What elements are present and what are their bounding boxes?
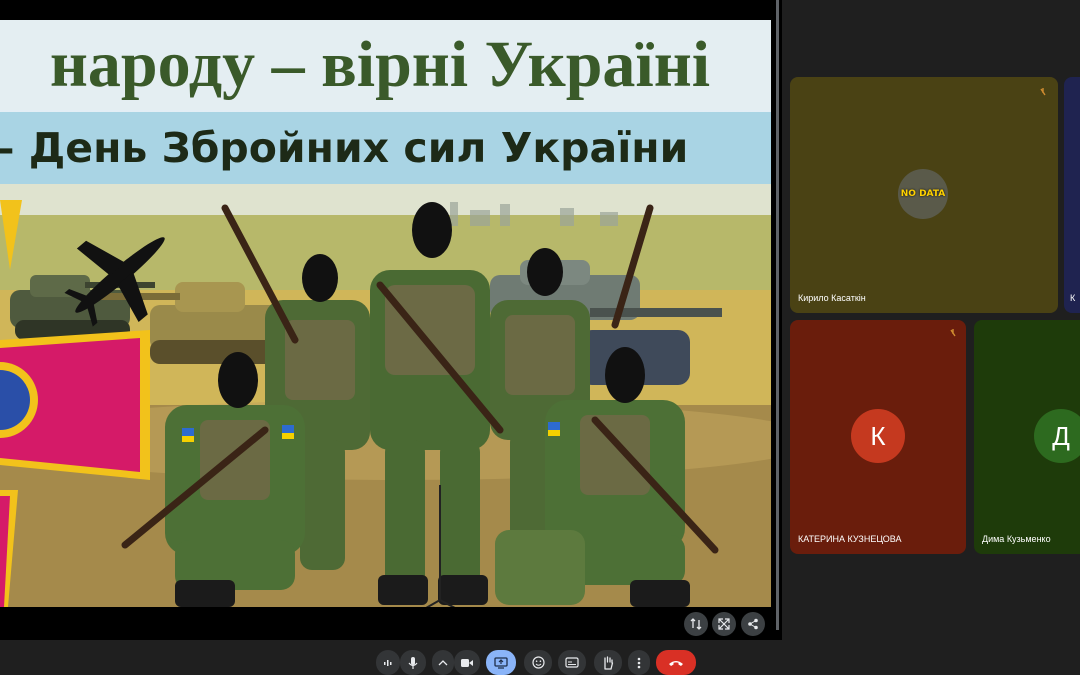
participant-tile[interactable]: Д Дима Кузьменко [974,320,1080,554]
emoji-icon[interactable] [524,650,552,675]
camera-icon[interactable] [454,650,480,675]
participant-name: КАТЕРИНА КУЗНЕЦОВА [798,534,902,544]
more-icon[interactable] [628,650,650,675]
mic-icon[interactable] [400,650,426,675]
captions-icon[interactable] [558,650,586,675]
mic-off-icon [1040,88,1046,96]
participant-name: К [1070,293,1076,303]
presentation-stage: народу – вірні Україні – День Збройних с… [0,0,782,640]
participant-name: Кирило Касаткін [798,293,866,303]
audio-level-icon [376,650,400,675]
swap-icon[interactable] [684,612,708,636]
slide-title-line1: народу – вірні Україні [49,28,711,101]
mic-off-icon [950,329,956,337]
participant-tile[interactable]: К КАТЕРИНА КУЗНЕЦОВА [790,320,966,554]
share-icon[interactable] [741,612,765,636]
end-call-icon[interactable] [656,650,696,675]
present-icon[interactable] [486,650,516,675]
participant-tile[interactable]: К [1064,77,1080,313]
fullscreen-icon[interactable] [712,612,736,636]
participant-tile[interactable]: NO DATA Кирило Касаткін [790,77,1058,313]
raise-hand-icon[interactable] [594,650,622,675]
chevron-up-icon[interactable] [432,650,454,675]
avatar: NO DATA [898,169,948,219]
panel-divider[interactable] [776,0,779,630]
presentation-slide: народу – вірні Україні – День Збройних с… [0,20,771,607]
no-data-badge: NO DATA [900,189,946,199]
avatar: К [851,409,905,463]
participant-name: Дима Кузьменко [982,534,1051,544]
avatar: Д [1034,409,1080,463]
slide-title-line2: – День Збройних сил України [0,124,689,172]
